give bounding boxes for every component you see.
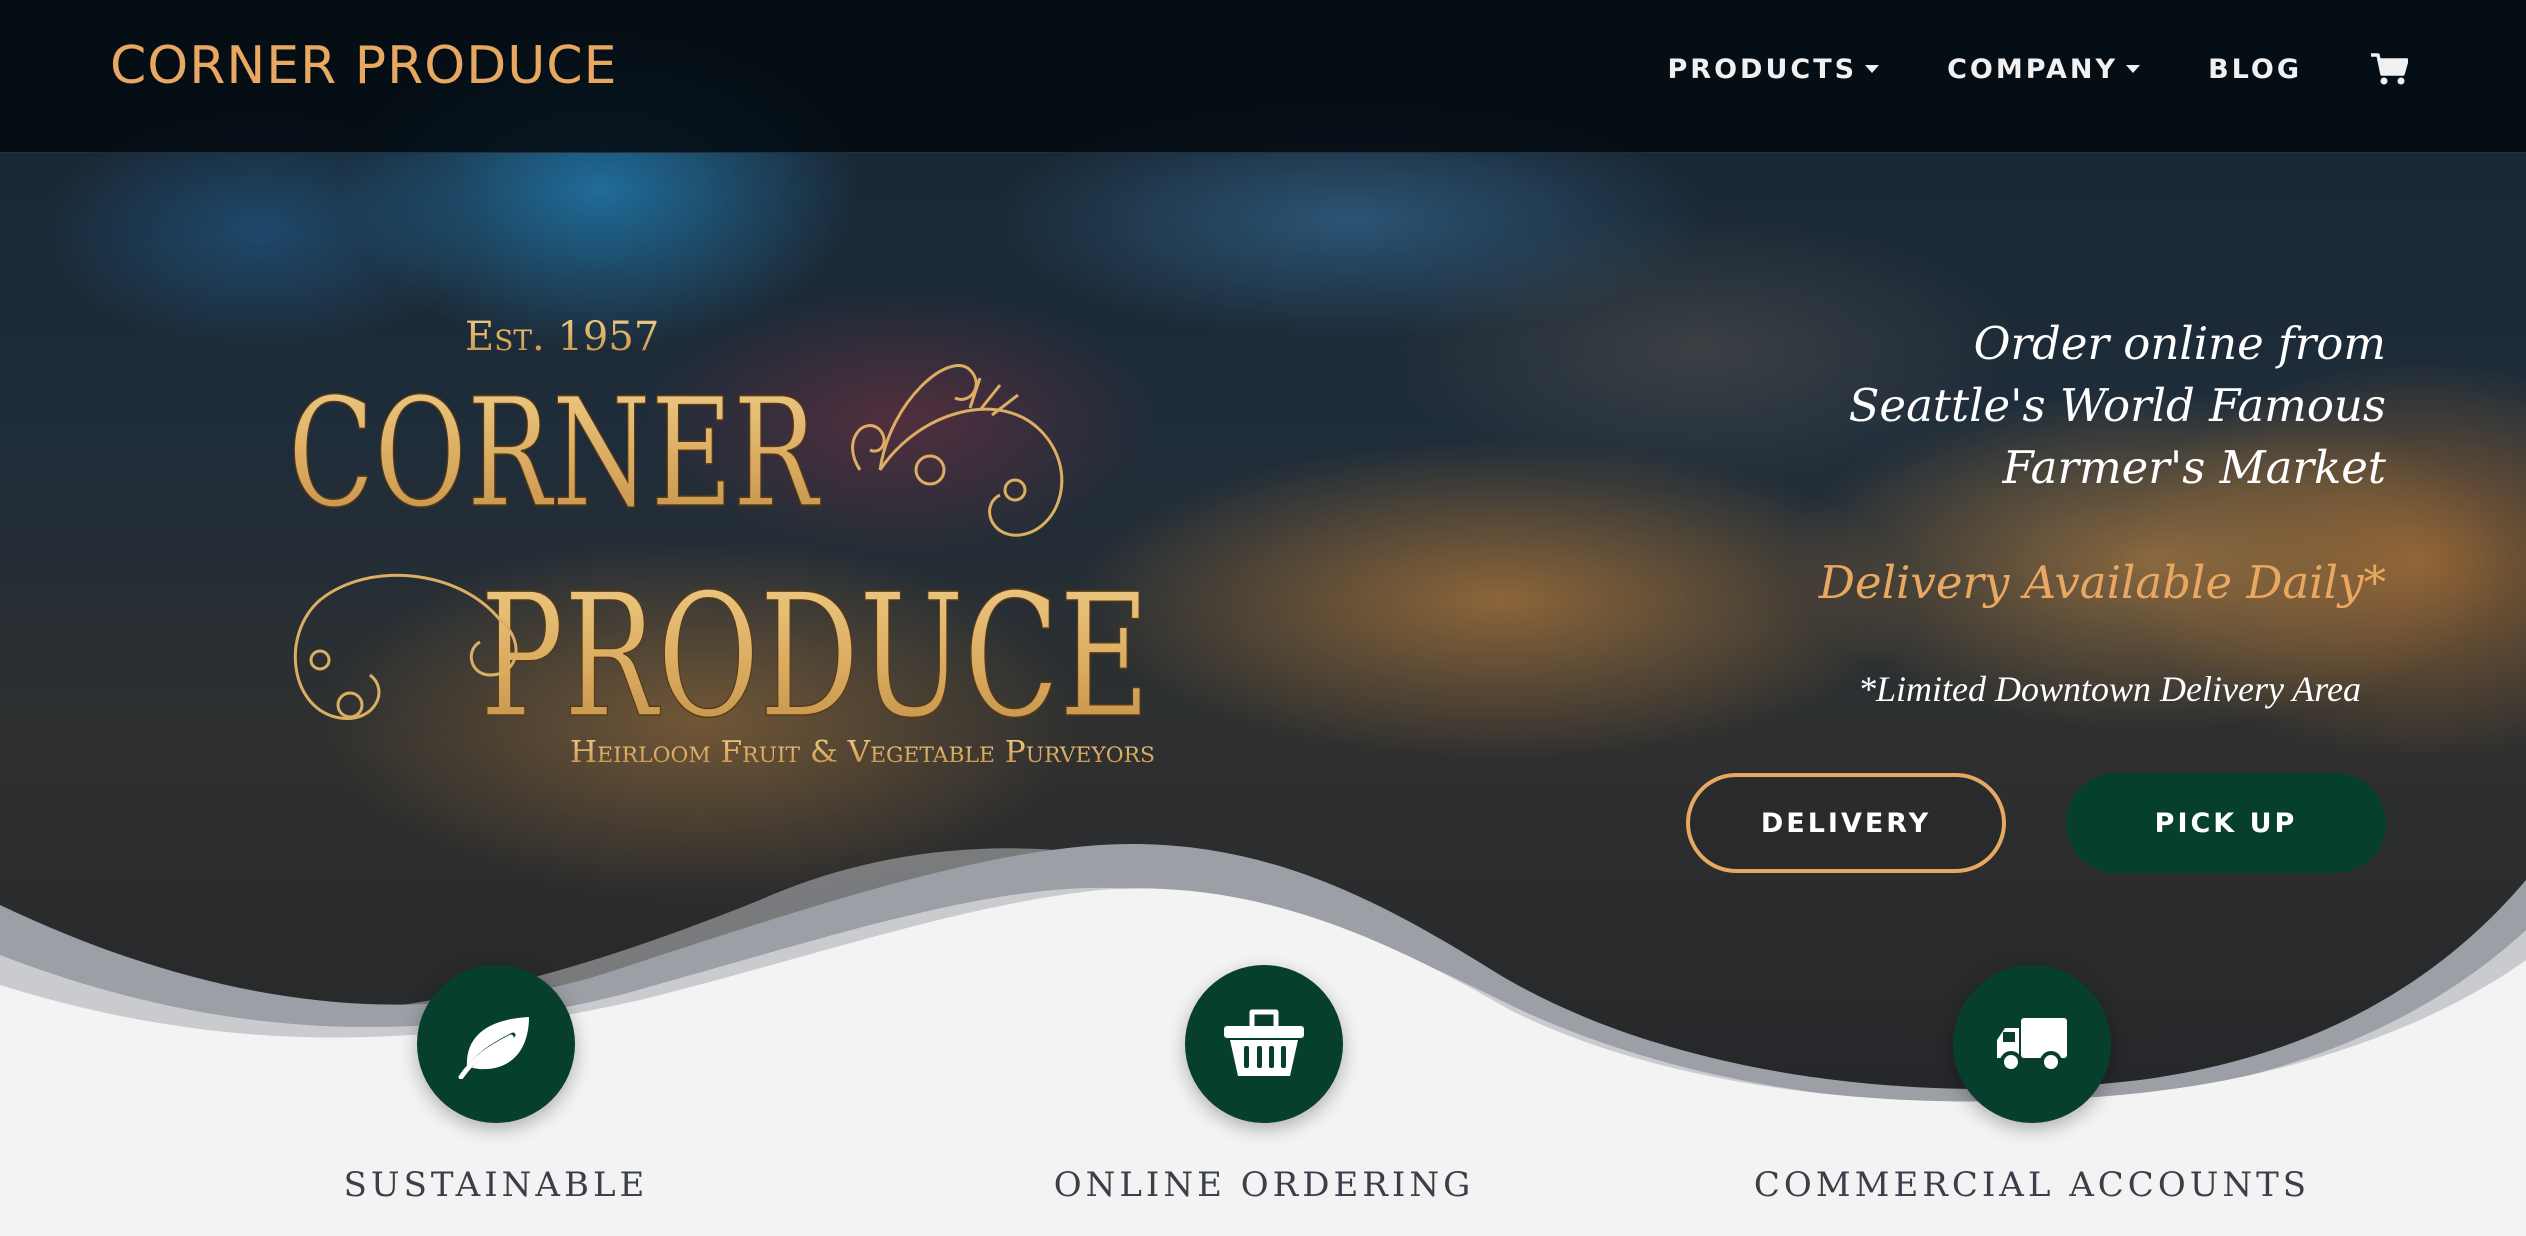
leaf-icon bbox=[458, 1017, 529, 1079]
logo-line1: CORNER bbox=[288, 367, 821, 541]
delivery-button[interactable]: DELIVERY bbox=[1686, 773, 2006, 873]
delivery-headline: Delivery Available Daily* bbox=[1818, 556, 2386, 609]
nav-blog[interactable]: BLOG bbox=[2208, 54, 2302, 85]
feature-sustainable: SUSTAINABLE bbox=[186, 965, 806, 1205]
logo-established: Est. 1957 bbox=[465, 314, 659, 360]
feature-icon-circle bbox=[1185, 965, 1343, 1123]
nav-blog-label: BLOG bbox=[2208, 53, 2302, 85]
shopping-cart-icon[interactable] bbox=[2370, 52, 2408, 86]
logo-subline: Heirloom Fruit & Vegetable Purveyors bbox=[570, 735, 1155, 770]
main-nav: PRODUCTS COMPANY BLOG bbox=[1600, 52, 2408, 86]
nav-company[interactable]: COMPANY bbox=[1947, 53, 2141, 85]
corner-produce-logo: Est. 1957 CORNER PRODUCE Heirloom Fruit … bbox=[287, 314, 1155, 770]
navbar: CORNER PRODUCE PRODUCTS COMPANY BLOG bbox=[0, 0, 2526, 153]
chevron-down-icon bbox=[2126, 65, 2141, 73]
tagline-line-1: Order online from bbox=[1973, 317, 2386, 370]
feature-icon-circle bbox=[1953, 965, 2111, 1123]
basket-icon bbox=[1224, 1009, 1304, 1076]
tagline-line-3: Farmer's Market bbox=[2002, 441, 2387, 494]
feature-online-ordering: ONLINE ORDERING bbox=[954, 965, 1574, 1205]
nav-products-label: PRODUCTS bbox=[1667, 53, 1858, 85]
logo-line2: PRODUCE bbox=[480, 558, 1150, 756]
pickup-button[interactable]: PICK UP bbox=[2066, 773, 2386, 873]
feature-online-ordering-label: ONLINE ORDERING bbox=[1053, 1165, 1475, 1205]
feature-sustainable-label: SUSTAINABLE bbox=[343, 1165, 649, 1205]
feature-commercial-accounts-label: COMMERCIAL ACCOUNTS bbox=[1753, 1165, 2311, 1205]
hero-tagline: Order online from Seattle's World Famous… bbox=[1686, 313, 2386, 499]
delivery-area-note: *Limited Downtown Delivery Area bbox=[1858, 669, 2361, 709]
truck-icon bbox=[1997, 1018, 2067, 1073]
nav-company-label: COMPANY bbox=[1947, 53, 2119, 85]
tagline-line-2: Seattle's World Famous bbox=[1848, 379, 2386, 432]
feature-commercial-accounts: COMMERCIAL ACCOUNTS bbox=[1722, 965, 2342, 1205]
chevron-down-icon bbox=[1865, 65, 1880, 73]
nav-products[interactable]: PRODUCTS bbox=[1668, 54, 1880, 85]
brand-link[interactable]: CORNER PRODUCE bbox=[110, 36, 617, 96]
feature-icon-circle bbox=[417, 965, 575, 1123]
